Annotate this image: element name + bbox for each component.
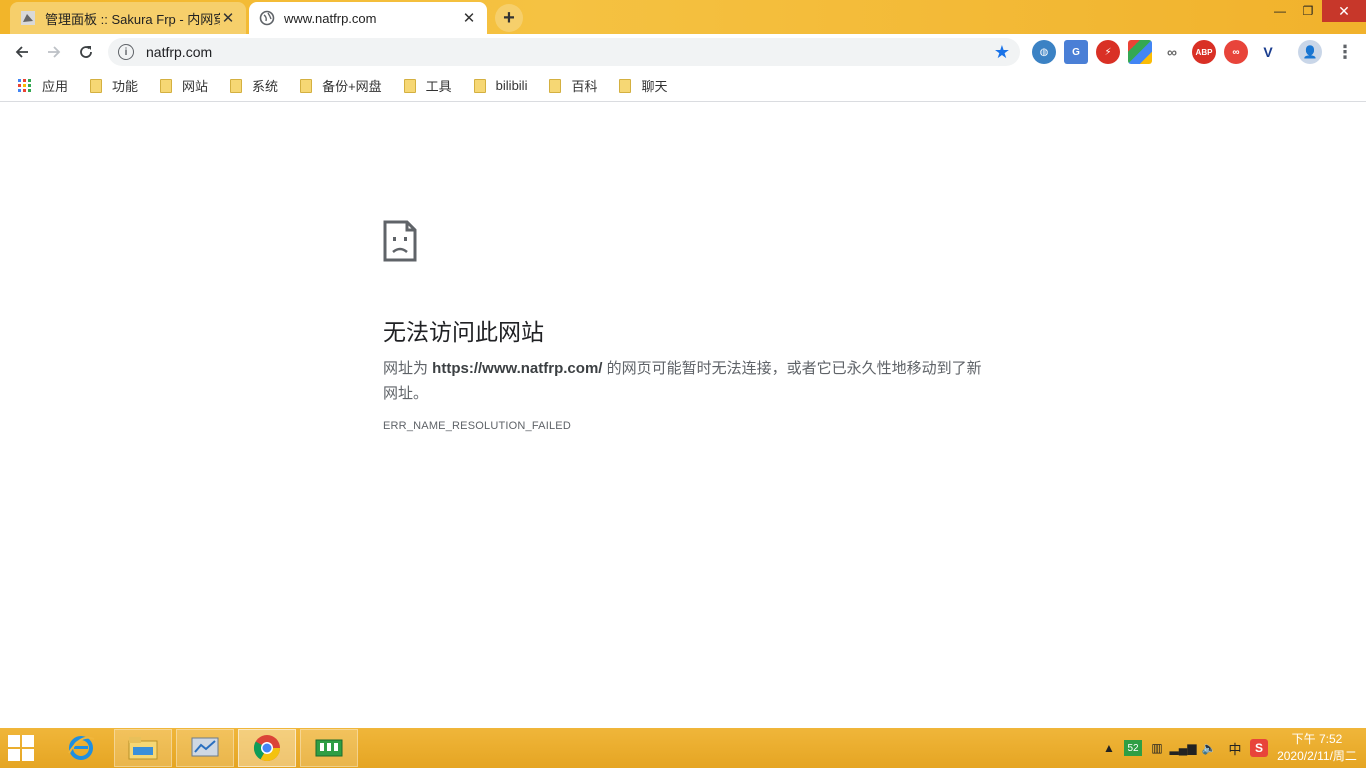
bookmark-label: 功能 [112, 79, 139, 94]
folder-icon [473, 78, 486, 93]
bookmark-apps[interactable]: 应用 [12, 72, 76, 100]
site-info-icon[interactable]: i [118, 44, 134, 60]
apps-grid-icon [18, 78, 32, 93]
folder-icon [230, 78, 243, 93]
browser-toolbar: i natfrp.com ★ ◍ G ⚡ ∞ ABP ∞ V [0, 34, 1366, 70]
monitor-taskbar-icon[interactable] [176, 729, 234, 767]
forward-icon[interactable] [38, 36, 70, 68]
abp-ext-icon[interactable]: ABP [1192, 40, 1216, 64]
bookmark-label: 百科 [571, 79, 598, 94]
error-description: 网址为 https://www.natfrp.com/ 的网页可能暂时无法连接，… [383, 356, 983, 406]
new-tab-button[interactable]: + [495, 4, 523, 32]
windows-start-icon[interactable] [8, 735, 40, 761]
bookmark-folder[interactable]: 聊天 [613, 72, 675, 100]
error-code: ERR_NAME_RESOLUTION_FAILED [383, 420, 571, 432]
bookmark-folder[interactable]: 备份+网盘 [294, 72, 390, 100]
folder-icon [403, 78, 416, 93]
folder-icon [90, 78, 103, 93]
tab-sakura-frp[interactable]: 管理面板 :: Sakura Frp - 内网穿透 ✕ [10, 2, 246, 34]
bookmark-label: 系统 [252, 79, 279, 94]
chrome-taskbar-icon[interactable] [238, 729, 296, 767]
volume-icon[interactable]: 🔈 [1198, 738, 1220, 758]
bookmark-label: bilibili [495, 78, 528, 93]
sad-page-icon [383, 220, 417, 262]
minimize-icon[interactable]: — [1266, 0, 1294, 22]
bookmark-label: 网站 [182, 79, 209, 94]
network-signal-icon[interactable]: ▂▄▆ [1170, 738, 1197, 758]
extensions-area: ◍ G ⚡ ∞ ABP ∞ V [1032, 40, 1280, 64]
memory-taskbar-icon[interactable] [300, 729, 358, 767]
error-page: 无法访问此网站 网址为 https://www.natfrp.com/ 的网页可… [0, 103, 1366, 728]
system-tray: ▲ 52 ▥ ▂▄▆ 🔈 中 S 下午 7:52 2020/2/11/周二 [1098, 728, 1366, 768]
folder-icon [160, 78, 173, 93]
windows-taskbar: ▲ 52 ▥ ▂▄▆ 🔈 中 S 下午 7:52 2020/2/11/周二 [0, 728, 1366, 768]
bookmark-folder[interactable]: 网站 [154, 72, 216, 100]
device-icon[interactable]: ▥ [1146, 738, 1168, 758]
bookmark-folder[interactable]: 工具 [398, 72, 460, 100]
tab-title: www.natfrp.com [284, 10, 377, 26]
sogou-ime-icon[interactable]: S [1250, 739, 1268, 757]
browser-titlebar: 管理面板 :: Sakura Frp - 内网穿透 ✕ www.natfrp.c… [0, 0, 1366, 34]
bookmark-folder[interactable]: bilibili [468, 72, 536, 100]
translate-ext-icon[interactable]: G [1064, 40, 1088, 64]
link-ext-icon[interactable]: ∞ [1160, 40, 1184, 64]
bookmark-label: 工具 [425, 79, 452, 94]
bookmark-label: 应用 [42, 79, 69, 94]
bookmark-folder[interactable]: 百科 [543, 72, 605, 100]
bookmark-label: 聊天 [641, 79, 668, 94]
tab-natfrp[interactable]: www.natfrp.com ✕ [249, 2, 487, 34]
tab-title: 管理面板 :: Sakura Frp - 内网穿透 [45, 11, 220, 27]
clock-date: 2020/2/11/周二 [1277, 749, 1357, 763]
folder-icon [300, 78, 313, 93]
restore-icon[interactable]: ❐ [1294, 0, 1322, 22]
clock-time: 下午 7:52 [1291, 732, 1343, 746]
lightning-ext-icon[interactable]: ⚡ [1096, 40, 1120, 64]
url-text[interactable]: natfrp.com [146, 44, 994, 60]
profile-avatar[interactable]: 👤 [1298, 40, 1322, 64]
close-tab-icon[interactable]: ✕ [220, 10, 236, 27]
window-controls: — ❐ ✕ [1266, 0, 1366, 22]
error-desc-prefix: 网址为 [383, 360, 433, 377]
file-explorer-taskbar-icon[interactable] [114, 729, 172, 767]
taskbar-clock[interactable]: 下午 7:52 2020/2/11/周二 [1272, 731, 1362, 765]
ie-taskbar-icon[interactable] [52, 729, 110, 767]
menu-icon[interactable]: ⋮ [1336, 40, 1354, 64]
error-url: https://www.natfrp.com/ [432, 360, 603, 377]
puzzle-ext-icon[interactable] [1128, 40, 1152, 64]
address-bar[interactable]: i natfrp.com ★ [108, 38, 1020, 66]
ime-indicator[interactable]: 中 [1224, 738, 1246, 758]
bookmark-star-icon[interactable]: ★ [994, 42, 1010, 63]
bookmark-folder[interactable]: 系统 [224, 72, 286, 100]
folder-icon [619, 78, 632, 93]
bookmark-label: 备份+网盘 [322, 79, 382, 94]
tray-expand-icon[interactable]: ▲ [1098, 738, 1120, 758]
bookmark-folder[interactable]: 功能 [84, 72, 146, 100]
window-close-icon[interactable]: ✕ [1322, 0, 1366, 22]
infinity-ext-icon[interactable]: ∞ [1224, 40, 1248, 64]
globe-icon [259, 10, 275, 26]
folder-icon [549, 78, 562, 93]
globe-ext-icon[interactable]: ◍ [1032, 40, 1056, 64]
close-tab-icon[interactable]: ✕ [461, 10, 477, 27]
error-title: 无法访问此网站 [383, 319, 544, 345]
sakura-favicon-icon [20, 10, 36, 26]
battery-status-icon[interactable]: 52 [1124, 740, 1142, 756]
v-ext-icon[interactable]: V [1256, 40, 1280, 64]
reload-icon[interactable] [70, 36, 102, 68]
back-icon[interactable] [6, 36, 38, 68]
bookmarks-bar: 应用 功能 网站 系统 备份+网盘 工具 bilibili 百科 聊天 [0, 70, 1366, 102]
